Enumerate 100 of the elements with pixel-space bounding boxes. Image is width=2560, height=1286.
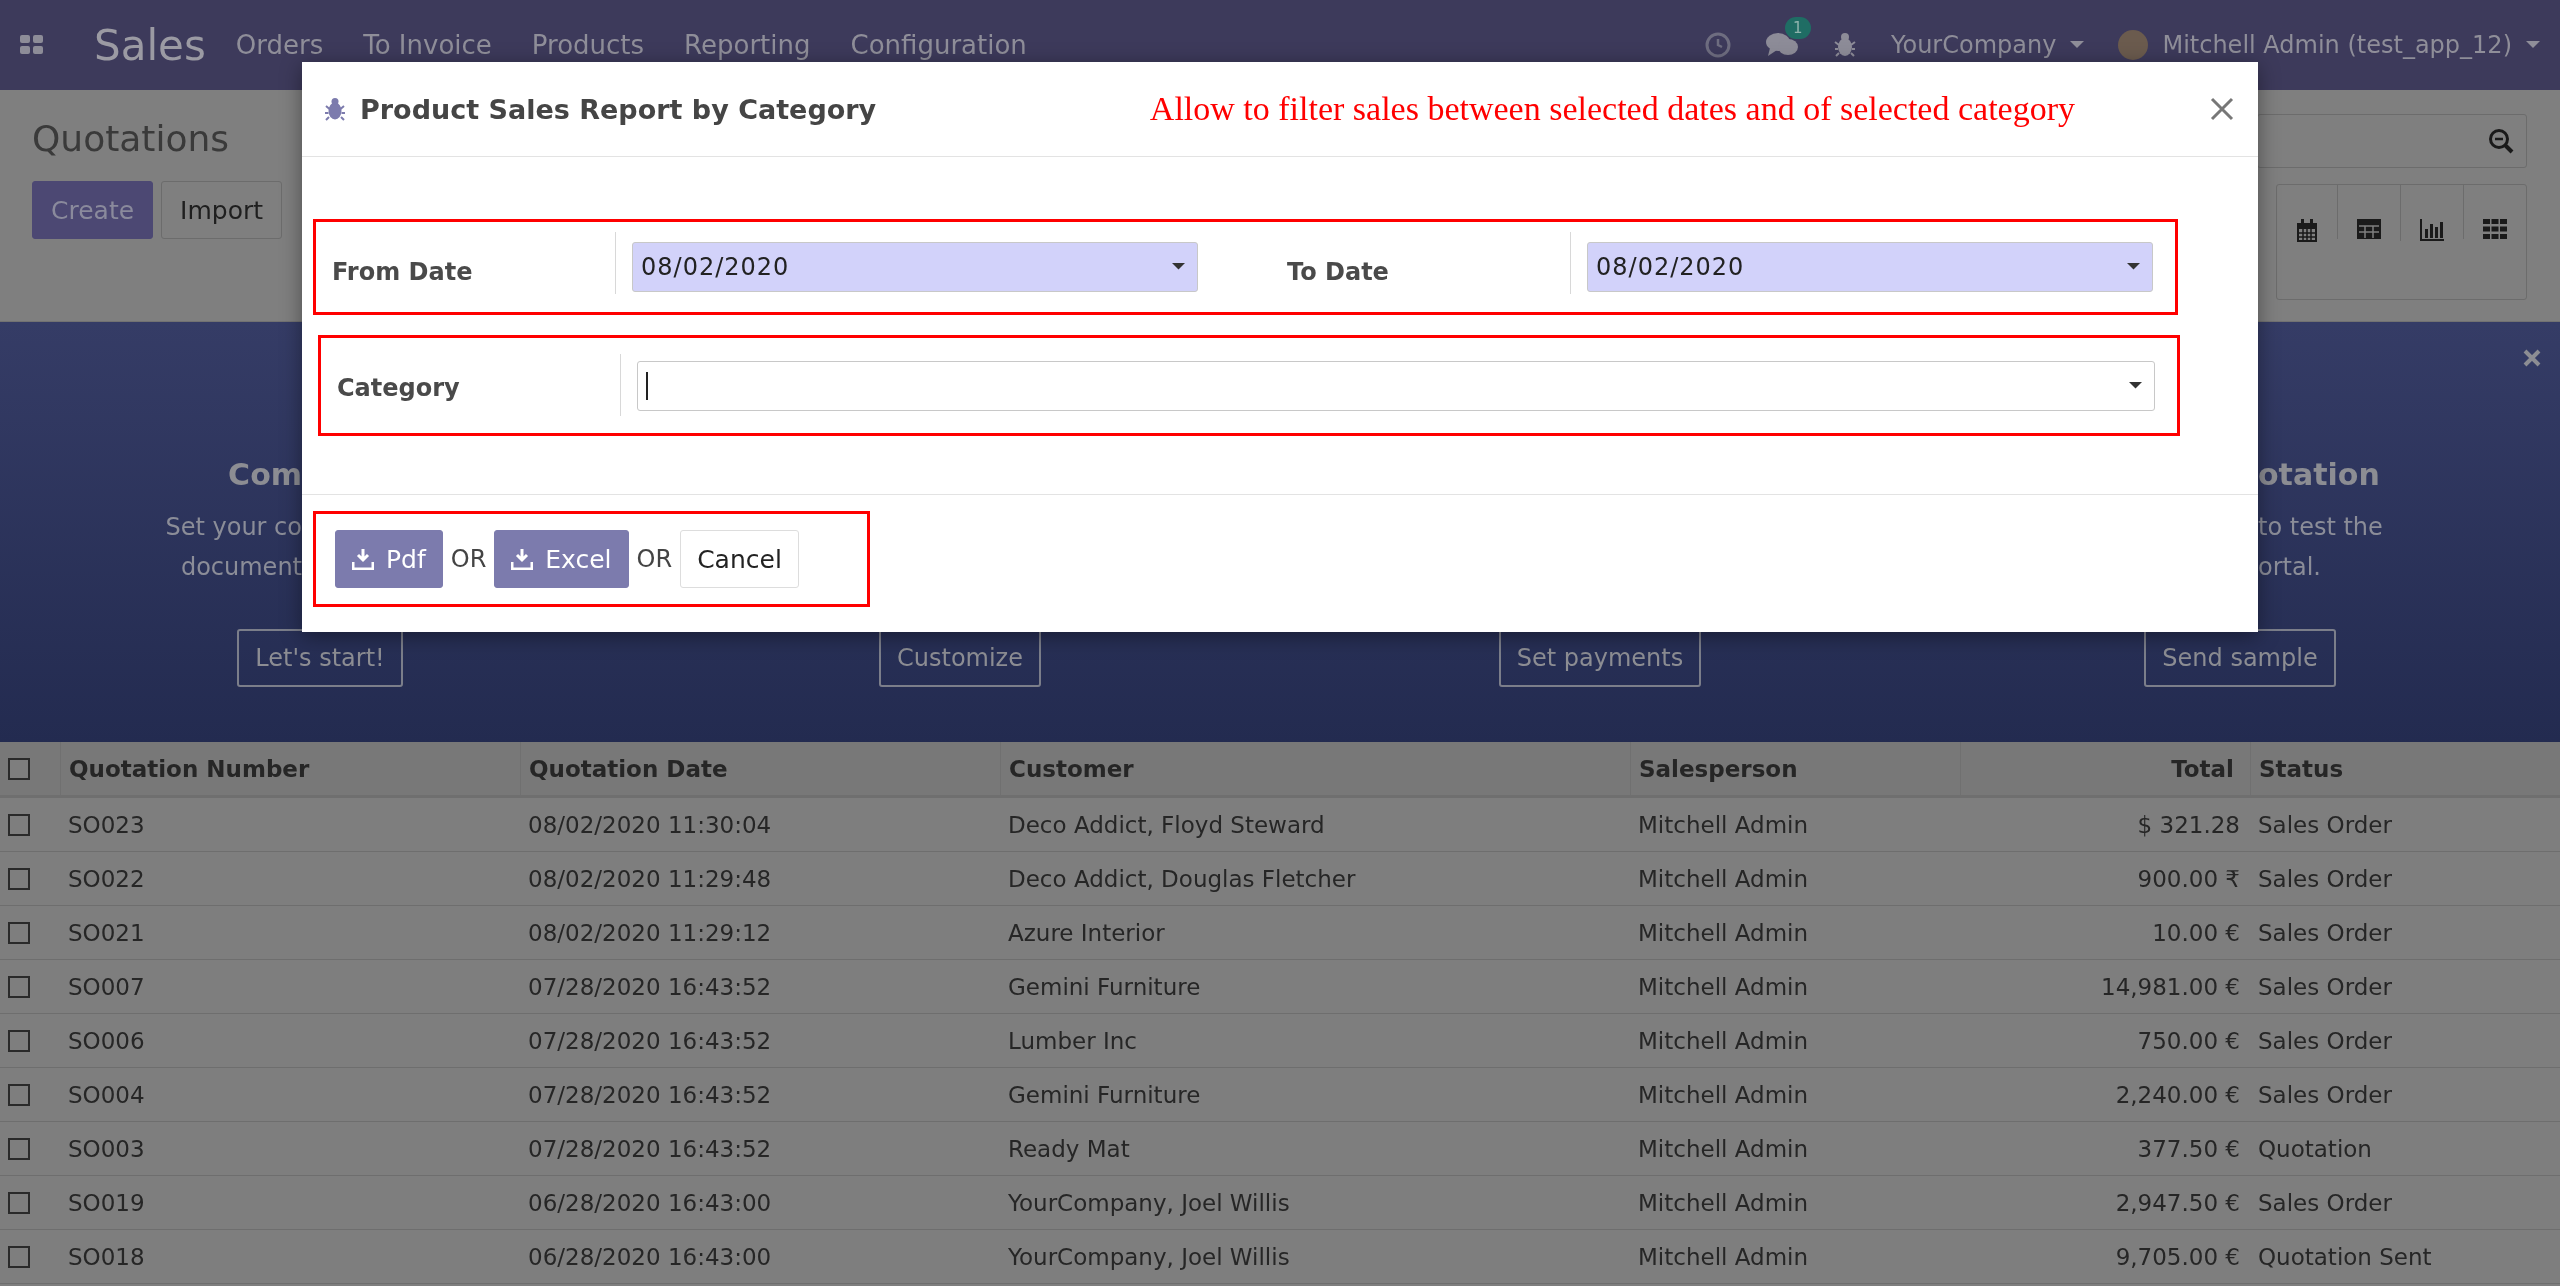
download-icon [511,548,534,570]
caret-icon [1172,263,1185,271]
table-cell-text: SO003 [67,1135,146,1162]
field-label: To Date [1271,232,1571,294]
caret-icon [2129,381,2142,390]
table-cell-text: Mitchell Admin [1637,1189,1810,1216]
clock-icon[interactable] [1705,32,1731,58]
table-cell-text: SO018 [67,1243,146,1270]
date-value: 08/02/2020 [1596,253,1745,281]
table-cell-text: Azure Interior [1007,919,1166,946]
cancel-button[interactable]: Cancel [680,530,799,588]
table-cell-text: Gemini Furniture [1007,1081,1202,1108]
table-cell-text: 08/02/2020 11:29:48 [527,865,773,892]
table-cell-text: 07/28/2020 16:43:52 [527,1081,773,1108]
banner-text: document [180,552,302,583]
table-cell-text: SO006 [67,1027,146,1054]
download-button[interactable]: Excel [494,530,629,588]
table-cell-text: YourCompany, Joel Willis [1007,1243,1291,1270]
banner-text: to test the [2258,512,2383,543]
checkbox[interactable] [8,1191,30,1214]
category-field[interactable] [637,360,2155,411]
checkbox[interactable] [8,1245,30,1268]
or-label: OR [636,545,673,573]
table-cell-text: 07/28/2020 16:43:52 [527,1027,773,1054]
table-cell-text: Mitchell Admin [1637,1135,1810,1162]
close-icon[interactable] [2522,348,2542,368]
table-cell-text: Mitchell Admin [1637,865,1810,892]
download-button[interactable]: Pdf [335,530,443,588]
checkbox[interactable] [8,757,30,780]
menu-item[interactable]: Reporting [684,30,811,60]
checkbox[interactable] [8,1083,30,1106]
search-field[interactable] [2257,114,2527,168]
close-icon [2210,97,2234,121]
table-cell-text: 07/28/2020 16:43:52 [527,1135,773,1162]
column-header[interactable]: Status [2250,742,2560,795]
table-cell-text: 08/02/2020 11:29:12 [527,919,773,946]
table-cell-text: 900.00 ₹ [2136,865,2241,892]
table-cell-text: Quotation Sent [2257,1243,2433,1270]
table-cell-text: 06/28/2020 16:43:00 [527,1243,773,1270]
checkbox[interactable] [8,867,30,890]
checkbox[interactable] [8,813,30,836]
table-cell-text: 2,947.50 € [2114,1189,2241,1216]
date-field[interactable]: 08/02/2020 [632,242,1198,292]
column-header[interactable]: Quotation Number [60,742,520,795]
caret-icon [2526,41,2540,49]
column-header[interactable]: Customer [1000,742,1630,795]
checkbox[interactable] [8,975,30,998]
banner-heading: otation [2258,457,2380,492]
apps-grid-icon[interactable] [20,35,44,55]
menu-item[interactable]: Products [531,30,645,60]
table-cell-text: 14,981.00 € [2100,973,2241,1000]
table-cell-text: Sales Order [2257,811,2393,838]
table-cell-text: Mitchell Admin [1637,1027,1810,1054]
bug-icon[interactable] [1833,32,1857,58]
table-cell-text: 10.00 € [2151,919,2241,946]
app-title: Sales [94,20,206,70]
create-button[interactable]: Create [32,181,154,239]
table-cell-text: Quotation [2257,1135,2373,1162]
column-header[interactable]: Salesperson [1630,742,1960,795]
table-cell-text: SO004 [67,1081,146,1108]
date-value: 08/02/2020 [641,253,790,281]
checkbox[interactable] [8,1029,30,1052]
checkbox[interactable] [8,1137,30,1160]
search-icon[interactable] [2488,128,2514,154]
table-cell-text: SO023 [67,811,146,838]
table-cell-text: 07/28/2020 16:43:52 [527,973,773,1000]
table-cell-text: YourCompany, Joel Willis [1007,1189,1291,1216]
chat-icon[interactable] [1765,31,1799,59]
table-cell-text: Sales Order [2257,865,2393,892]
menu-item[interactable]: To Invoice [363,30,492,60]
table-cell-text: Mitchell Admin [1637,973,1810,1000]
table-cell-text: Sales Order [2257,1081,2393,1108]
table-cell-text: Lumber Inc [1007,1027,1138,1054]
table-cell-text: Deco Addict, Floyd Steward [1007,811,1326,838]
menu-item[interactable]: Configuration [850,30,1027,60]
caret-icon [2127,263,2140,271]
text-cursor [646,371,648,400]
table-cell-text: Ready Mat [1007,1135,1131,1162]
date-field[interactable]: 08/02/2020 [1587,242,2153,292]
column-header[interactable]: Total [1960,742,2250,795]
message-count-badge: 1 [1785,17,1811,39]
table-cell-text: SO019 [67,1189,146,1216]
table-cell-text: 377.50 € [2136,1135,2241,1162]
table-cell-text: 08/02/2020 11:30:04 [527,811,773,838]
column-header[interactable]: Quotation Date [520,742,1000,795]
table-cell-text: $ 321.28 [2136,811,2241,838]
field-label: From Date [316,232,616,294]
import-button[interactable]: Import [161,181,283,239]
menu-item[interactable]: Orders [235,30,324,60]
or-label: OR [450,545,487,573]
dialog-title: Product Sales Report by Category [360,93,877,125]
checkbox[interactable] [8,921,30,944]
table-cell-text: Mitchell Admin [1637,919,1810,946]
company-switcher[interactable]: YourCompany [1891,31,2085,59]
table-cell-text: Gemini Furniture [1007,973,1202,1000]
annotation-text: Allow to filter sales between selected dates and of selected category [1149,90,2075,128]
page-title: Quotations [32,118,231,159]
table-cell-text: Deco Addict, Douglas Fletcher [1007,865,1357,892]
user-menu[interactable]: Mitchell Admin (test_app_12) [2118,30,2540,60]
table-cell-text: 9,705.00 € [2114,1243,2241,1270]
